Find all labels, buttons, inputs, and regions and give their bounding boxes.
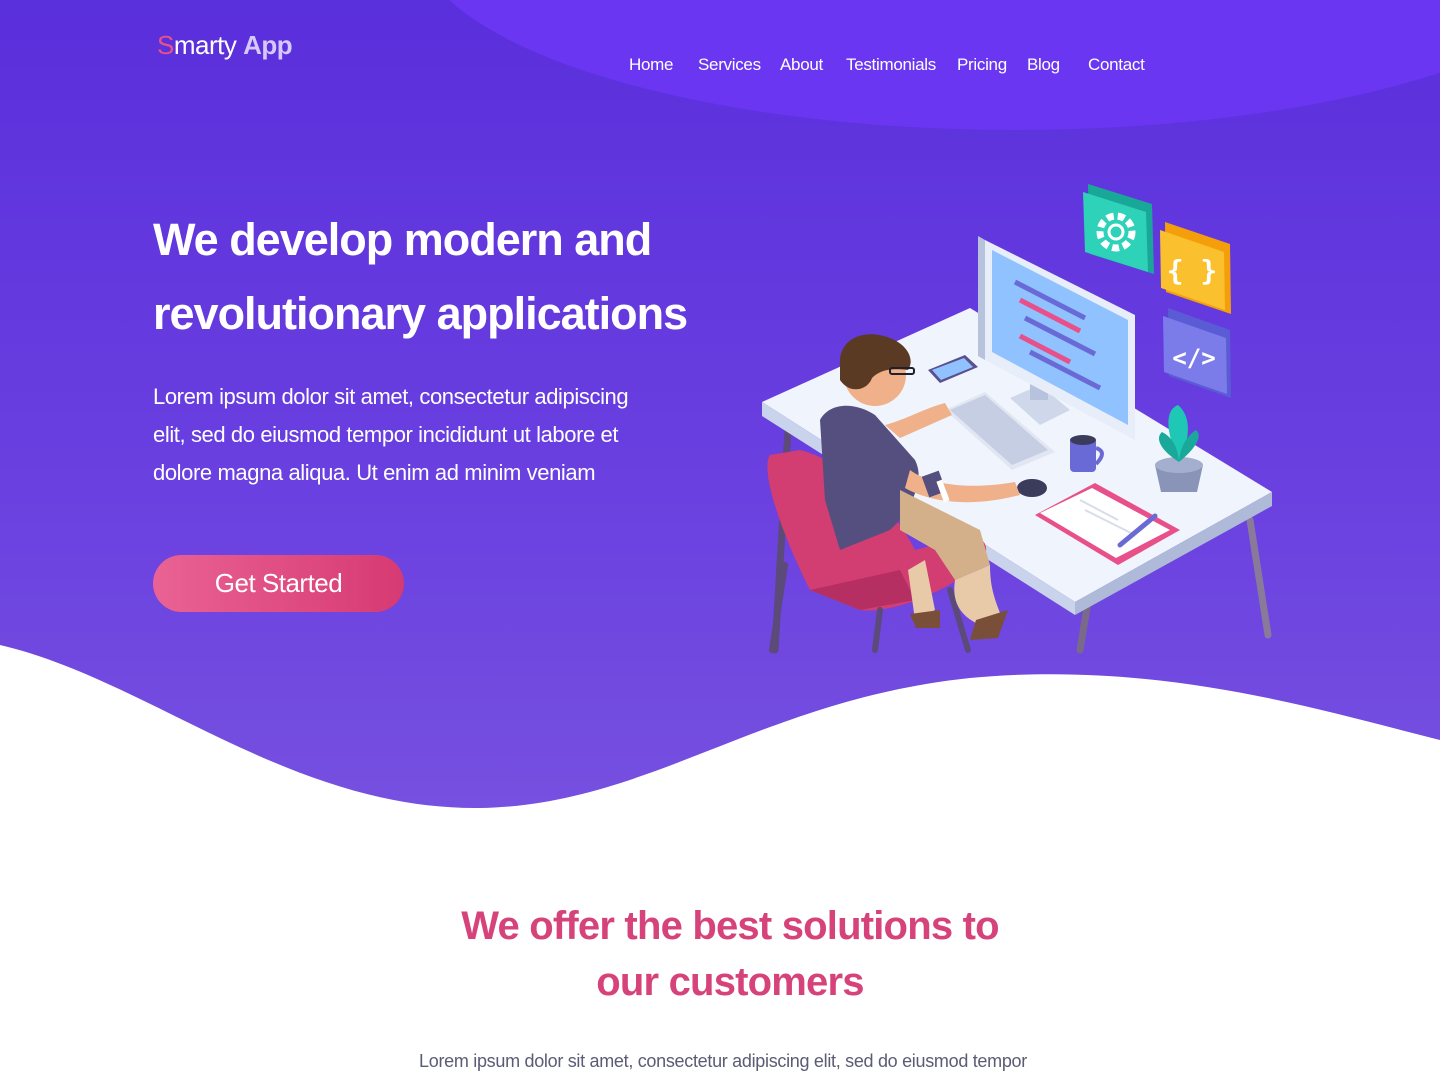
solutions-description: Lorem ipsum dolor sit amet, consectetur … [419, 1051, 1027, 1071]
nav-about[interactable]: About [780, 55, 823, 75]
svg-text:</>: </> [1172, 344, 1215, 372]
braces-icon: { } [1160, 222, 1231, 314]
hero-description-line-2: elit, sed do eiusmod tempor incididunt u… [153, 422, 619, 447]
hero-description-line-3: dolore magna aliqua. Ut enim ad minim ve… [153, 460, 596, 485]
logo-word: marty [173, 30, 237, 60]
code-icon: </> [1163, 308, 1231, 398]
solutions-title-line-1: We offer the best solutions to [461, 904, 999, 948]
hero-description: Lorem ipsum dolor sit amet, consectetur … [153, 378, 693, 492]
hero-description-line-1: Lorem ipsum dolor sit amet, consectetur … [153, 384, 629, 409]
logo-app: App [243, 30, 293, 60]
developer-illustration: { } </> [762, 184, 1272, 654]
hero-title-line-1: We develop modern and [153, 214, 652, 265]
nav-home[interactable]: Home [629, 55, 673, 75]
nav-blog[interactable]: Blog [1027, 55, 1060, 75]
solutions-title-line-2: our customers [596, 960, 864, 1004]
logo[interactable]: Smarty App [157, 30, 293, 61]
hero-title: We develop modern and revolutionary appl… [153, 203, 753, 351]
nav-pricing[interactable]: Pricing [957, 55, 1007, 75]
solutions-title: We offer the best solutions to our custo… [320, 898, 1140, 1010]
hero-section: Smarty App Home Services About Testimoni… [0, 0, 1440, 810]
hero-title-line-2: revolutionary applications [153, 288, 688, 339]
nav-testimonials[interactable]: Testimonials [846, 55, 936, 75]
hero-wave-divider [0, 645, 1440, 810]
get-started-button[interactable]: Get Started [153, 555, 404, 612]
gear-icon [1083, 184, 1154, 274]
nav-contact[interactable]: Contact [1088, 55, 1145, 75]
nav-services[interactable]: Services [698, 55, 761, 75]
svg-text:{ }: { } [1167, 254, 1218, 287]
logo-initial: S [157, 30, 174, 60]
